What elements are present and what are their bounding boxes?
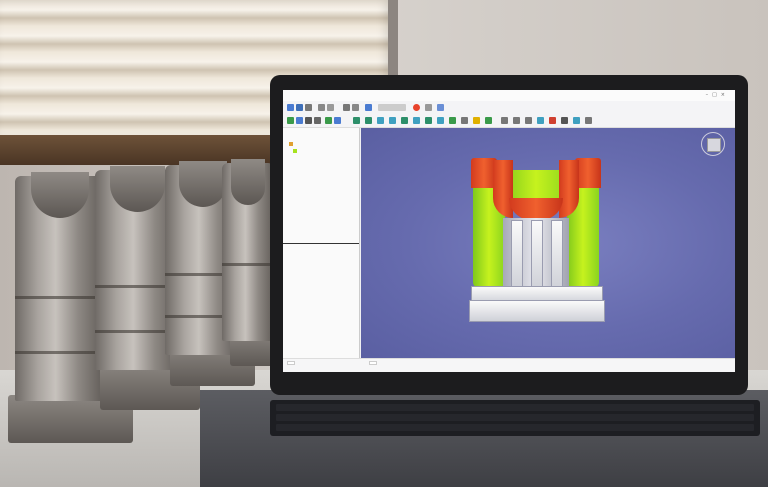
toolbar-icon[interactable] xyxy=(449,117,456,124)
toolbar-icon[interactable] xyxy=(561,117,568,124)
toolbar-icon[interactable] xyxy=(389,117,396,124)
model-face-red xyxy=(493,160,513,218)
toolbar-icon[interactable] xyxy=(437,117,444,124)
toolbar-icon[interactable] xyxy=(296,117,303,124)
record-icon[interactable] xyxy=(413,104,420,111)
toolbar-icon[interactable] xyxy=(353,117,360,124)
toolbar-icon[interactable] xyxy=(287,104,294,111)
toolbar-icon[interactable] xyxy=(537,117,544,124)
toolbar-icon[interactable] xyxy=(296,104,303,111)
3d-viewport[interactable] xyxy=(361,128,735,358)
metal-part xyxy=(222,159,274,341)
window-controls[interactable]: –□× xyxy=(706,92,729,98)
toolbar-icon[interactable] xyxy=(334,117,341,124)
model-rib xyxy=(551,220,563,290)
toolbar-icon[interactable] xyxy=(352,104,359,111)
toolbar-icon[interactable] xyxy=(549,117,556,124)
toolbar-icon[interactable] xyxy=(425,117,432,124)
photo-scene: –□× xyxy=(0,0,768,487)
toolbar-icon[interactable] xyxy=(413,117,420,124)
toolbar-icon[interactable] xyxy=(327,104,334,111)
doc-tab[interactable] xyxy=(287,361,295,365)
model-tree-panel xyxy=(283,128,360,360)
laptop-screen: –□× xyxy=(283,90,735,372)
toolbar-icon[interactable] xyxy=(343,104,350,111)
toolbar-icon[interactable] xyxy=(377,117,384,124)
toolbar-icon[interactable] xyxy=(485,117,492,124)
cad-model[interactable] xyxy=(469,158,605,338)
toolbar-icon[interactable] xyxy=(314,117,321,124)
toolbar-icon[interactable] xyxy=(425,104,432,111)
toolbar-icon[interactable] xyxy=(287,117,294,124)
nav-cube-icon[interactable] xyxy=(701,132,725,156)
toolbar-icon[interactable] xyxy=(437,104,444,111)
model-face-red xyxy=(509,198,563,220)
metal-part xyxy=(15,172,105,401)
toolbar-icon[interactable] xyxy=(573,117,580,124)
doc-tab[interactable] xyxy=(369,361,377,365)
toolbar-icon[interactable] xyxy=(318,104,325,111)
toolbar-icon[interactable] xyxy=(525,117,532,124)
toolbar-icon[interactable] xyxy=(473,117,480,124)
toolbar-icon[interactable] xyxy=(305,104,312,111)
toolbar-icon[interactable] xyxy=(365,104,372,111)
keyboard xyxy=(270,400,760,436)
workbench-selector[interactable] xyxy=(378,104,406,111)
toolbar-main xyxy=(283,101,735,115)
tree-item[interactable] xyxy=(289,142,293,147)
toolbar-icon[interactable] xyxy=(365,117,372,124)
toolbar-icon[interactable] xyxy=(513,117,520,124)
model-rib xyxy=(511,220,523,290)
tree-item[interactable] xyxy=(293,149,297,154)
toolbar-icon[interactable] xyxy=(401,117,408,124)
toolbar-icon[interactable] xyxy=(461,117,468,124)
model-rib xyxy=(531,220,543,290)
toolbar-icon[interactable] xyxy=(585,117,592,124)
toolbar-icon[interactable] xyxy=(305,117,312,124)
panel-divider[interactable] xyxy=(283,243,359,244)
toolbar-view xyxy=(283,114,735,128)
model-base-lower xyxy=(469,300,605,322)
status-bar xyxy=(283,358,735,372)
toolbar-icon[interactable] xyxy=(501,117,508,124)
toolbar-icon[interactable] xyxy=(325,117,332,124)
